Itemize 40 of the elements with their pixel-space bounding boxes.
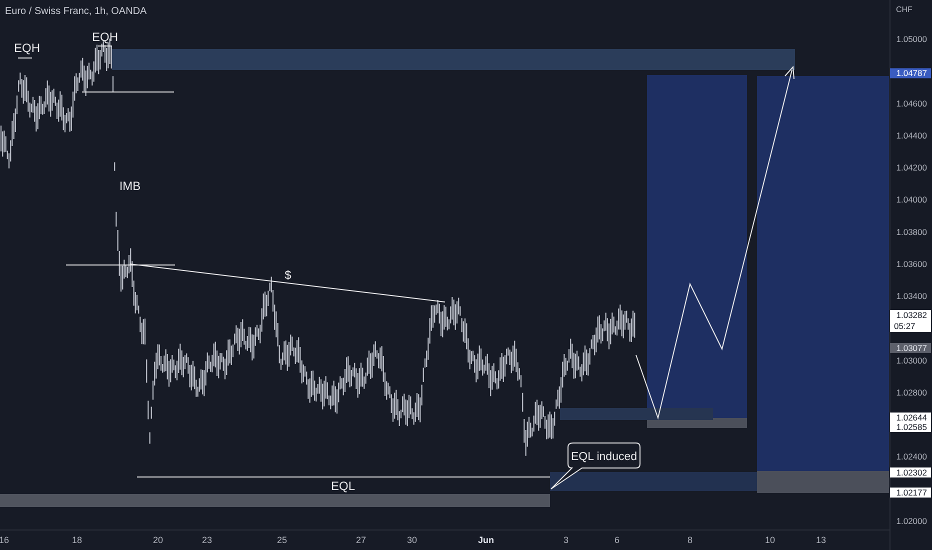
annotation-label: EQH — [14, 41, 40, 55]
price-badge: 1.04787 — [890, 68, 931, 78]
chart-title: Euro / Swiss Franc, 1h, OANDA — [5, 6, 147, 17]
time-label: 25 — [277, 535, 287, 545]
annotation-label: EQL — [331, 479, 355, 493]
price-badge: 1.02302 — [890, 467, 931, 478]
axis-unit-label: CHF — [896, 5, 912, 14]
time-label: 16 — [0, 535, 9, 545]
price-badge: 1.02585 — [890, 422, 931, 432]
time-label: Jun — [478, 535, 494, 545]
price-badge: 1.03077 — [890, 342, 931, 353]
time-label: 27 — [356, 535, 366, 545]
time-label: 6 — [614, 535, 620, 545]
price-badge: 1.02177 — [890, 488, 931, 498]
callout: EQL induced — [550, 442, 640, 490]
price-label: 1.03400 — [896, 291, 927, 302]
time-label: 13 — [816, 535, 826, 545]
time-label: 10 — [765, 535, 775, 545]
price-label: 1.02800 — [896, 387, 927, 398]
price-label: 1.02000 — [896, 516, 927, 526]
time-label: 30 — [407, 535, 417, 545]
annotation-label: EQH — [92, 30, 118, 44]
price-label: 1.02400 — [896, 452, 927, 462]
price-label: 1.03600 — [896, 258, 927, 269]
time-label: 20 — [153, 535, 163, 545]
price-label: 1.04600 — [896, 98, 927, 108]
time-label: 18 — [72, 535, 82, 545]
price-badge: 1.02644 — [890, 412, 931, 423]
price-label: 1.05000 — [896, 34, 927, 44]
annotation-label: $ — [284, 268, 292, 282]
price-badge: 1.03282 05:27 — [890, 310, 931, 332]
annotation-label: IMB — [119, 179, 141, 193]
price-label: 1.03000 — [896, 355, 927, 366]
price-label: 1.04400 — [896, 130, 927, 140]
price-label: 1.03800 — [896, 226, 927, 237]
price-label: 1.04000 — [896, 194, 927, 205]
price-label: 1.04200 — [896, 162, 927, 173]
time-label: 8 — [688, 535, 692, 545]
time-label: 23 — [202, 535, 212, 545]
time-label: 3 — [564, 535, 568, 545]
